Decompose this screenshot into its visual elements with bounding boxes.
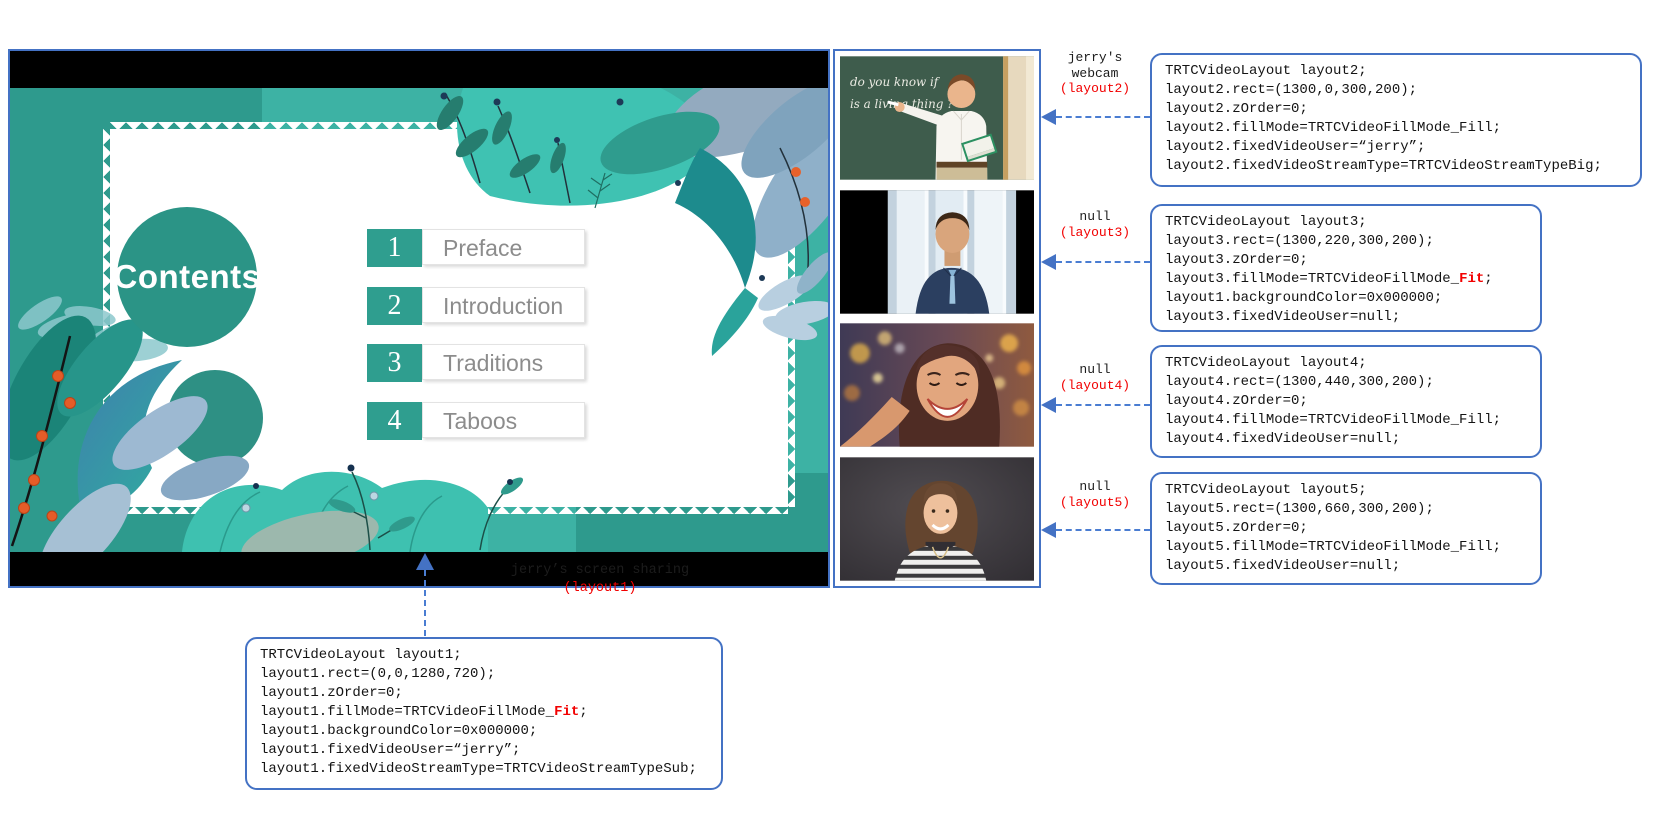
arrow-to-slide-layout1 xyxy=(424,570,426,636)
arrowhead-layout1 xyxy=(416,553,434,570)
callout-ref-layout1: (layout1) xyxy=(563,581,637,596)
code-line: layout5.zOrder=0; xyxy=(1165,520,1308,536)
code-line: TRTCVideoLayout layout3; xyxy=(1165,214,1367,230)
arrowhead-layout3 xyxy=(1041,254,1056,270)
code-line: layout4.rect=(1300,440,300,200); xyxy=(1165,374,1434,390)
callout-ref-layout2: (layout2) xyxy=(1059,81,1131,96)
callout-label-layout4: null (layout4) xyxy=(1042,362,1148,393)
screen-share-region: Contents 1 Preface 2 Introduction 3 Trad… xyxy=(8,49,830,588)
code-line: TRTCVideoLayout layout4; xyxy=(1165,355,1367,371)
code-line: layout1.zOrder=0; xyxy=(260,685,403,701)
webcam-strip: do you know if is a living thing ? xyxy=(833,49,1041,588)
code-line: layout2.fixedVideoStreamType=TRTCVideoSt… xyxy=(1165,158,1602,174)
toc-item: 2 Introduction xyxy=(367,287,585,325)
toc-item-label: Traditions xyxy=(422,344,585,380)
code-line: layout2.rect=(1300,0,300,200); xyxy=(1165,82,1418,98)
arrowhead-layout5 xyxy=(1041,522,1056,538)
code-line: layout2.fixedVideoUser=“jerry”; xyxy=(1165,139,1426,155)
callout-label-layout2: jerry's webcam (layout2) xyxy=(1042,50,1148,97)
code-line: layout3.fixedVideoUser=null; xyxy=(1165,309,1401,325)
callout-ref-layout4: (layout4) xyxy=(1059,377,1131,393)
video-thumb-selfie-woman xyxy=(840,323,1034,447)
trtc-mix-layout-diagram: Contents 1 Preface 2 Introduction 3 Trad… xyxy=(0,0,1654,815)
code-line: layout5.fillMode=TRTCVideoFillMode_Fill; xyxy=(1165,539,1502,555)
callout-label-layout1: jerry’s screen sharing (layout1) xyxy=(450,562,750,598)
code-line: layout1.backgroundColor=0x000000; xyxy=(1165,290,1443,306)
video-thumb-teacher: do you know if is a living thing ? xyxy=(840,56,1034,180)
arrow-to-thumb-layout5 xyxy=(1056,529,1150,531)
code-line: layout4.zOrder=0; xyxy=(1165,393,1308,409)
callout-label-layout3: null (layout3) xyxy=(1042,209,1148,240)
contents-circle: Contents xyxy=(114,207,260,347)
arrow-to-thumb-layout4 xyxy=(1056,404,1150,406)
chalk-text-line1: do you know if xyxy=(850,75,941,89)
code-line: TRTCVideoLayout layout5; xyxy=(1165,482,1367,498)
code-line: layout3.zOrder=0; xyxy=(1165,252,1308,268)
arrow-to-thumb-layout2 xyxy=(1056,116,1150,118)
code-line: layout3.rect=(1300,220,300,200); xyxy=(1165,233,1434,249)
code-box-layout2: TRTCVideoLayout layout2; layout2.rect=(13… xyxy=(1150,53,1642,187)
toc-item: 4 Taboos xyxy=(367,402,585,440)
arrowhead-layout2 xyxy=(1041,109,1056,125)
code-line: TRTCVideoLayout layout2; xyxy=(1165,63,1367,79)
toc-item: 1 Preface xyxy=(367,229,585,267)
callout-label-layout5: null (layout5) xyxy=(1042,479,1148,510)
toc-item: 3 Traditions xyxy=(367,344,585,382)
code-line: layout4.fixedVideoUser=null; xyxy=(1165,431,1401,447)
code-line: layout2.zOrder=0; xyxy=(1165,101,1308,117)
toc-item-label: Preface xyxy=(422,229,585,265)
code-line: layout3.fillMode=TRTCVideoFillMode_Fit; xyxy=(1165,271,1493,287)
arrow-to-thumb-layout3 xyxy=(1056,261,1150,263)
code-line: layout1.rect=(0,0,1280,720); xyxy=(260,666,496,682)
toc-item-number: 1 xyxy=(367,229,422,267)
code-line: layout2.fillMode=TRTCVideoFillMode_Fill; xyxy=(1165,120,1502,136)
code-line: TRTCVideoLayout layout1; xyxy=(260,647,462,663)
code-line: layout1.fixedVideoStreamType=TRTCVideoSt… xyxy=(260,761,697,777)
code-box-layout5: TRTCVideoLayout layout5; layout5.rect=(13… xyxy=(1150,472,1542,585)
callout-ref-layout3: (layout3) xyxy=(1059,224,1131,240)
code-box-layout1: TRTCVideoLayout layout1; layout1.rect=(0,… xyxy=(245,637,723,790)
code-line: layout4.fillMode=TRTCVideoFillMode_Fill; xyxy=(1165,412,1502,428)
slide-title: Contents xyxy=(113,258,261,295)
code-box-layout3: TRTCVideoLayout layout3; layout3.rect=(13… xyxy=(1150,204,1542,332)
man-portrait xyxy=(887,189,1017,314)
code-line: layout5.fixedVideoUser=null; xyxy=(1165,558,1401,574)
code-line: layout5.rect=(1300,660,300,200); xyxy=(1165,501,1434,517)
toc-item-number: 2 xyxy=(367,287,422,325)
video-thumb-striped-woman xyxy=(840,457,1034,581)
code-line: layout1.fillMode=TRTCVideoFillMode_Fit; xyxy=(260,704,588,720)
toc-item-label: Introduction xyxy=(422,287,585,323)
toc-item-number: 4 xyxy=(367,402,422,440)
video-thumb-man-tie xyxy=(840,189,1034,314)
arrowhead-layout4 xyxy=(1041,397,1056,413)
presentation-slide: Contents 1 Preface 2 Introduction 3 Trad… xyxy=(10,88,828,552)
callout-ref-layout5: (layout5) xyxy=(1059,494,1131,510)
code-line: layout1.backgroundColor=0x000000; xyxy=(260,723,538,739)
toc-item-number: 3 xyxy=(367,344,422,382)
code-box-layout4: TRTCVideoLayout layout4; layout4.rect=(13… xyxy=(1150,345,1542,458)
code-line: layout1.fixedVideoUser=“jerry”; xyxy=(260,742,521,758)
toc-item-label: Taboos xyxy=(422,402,585,438)
